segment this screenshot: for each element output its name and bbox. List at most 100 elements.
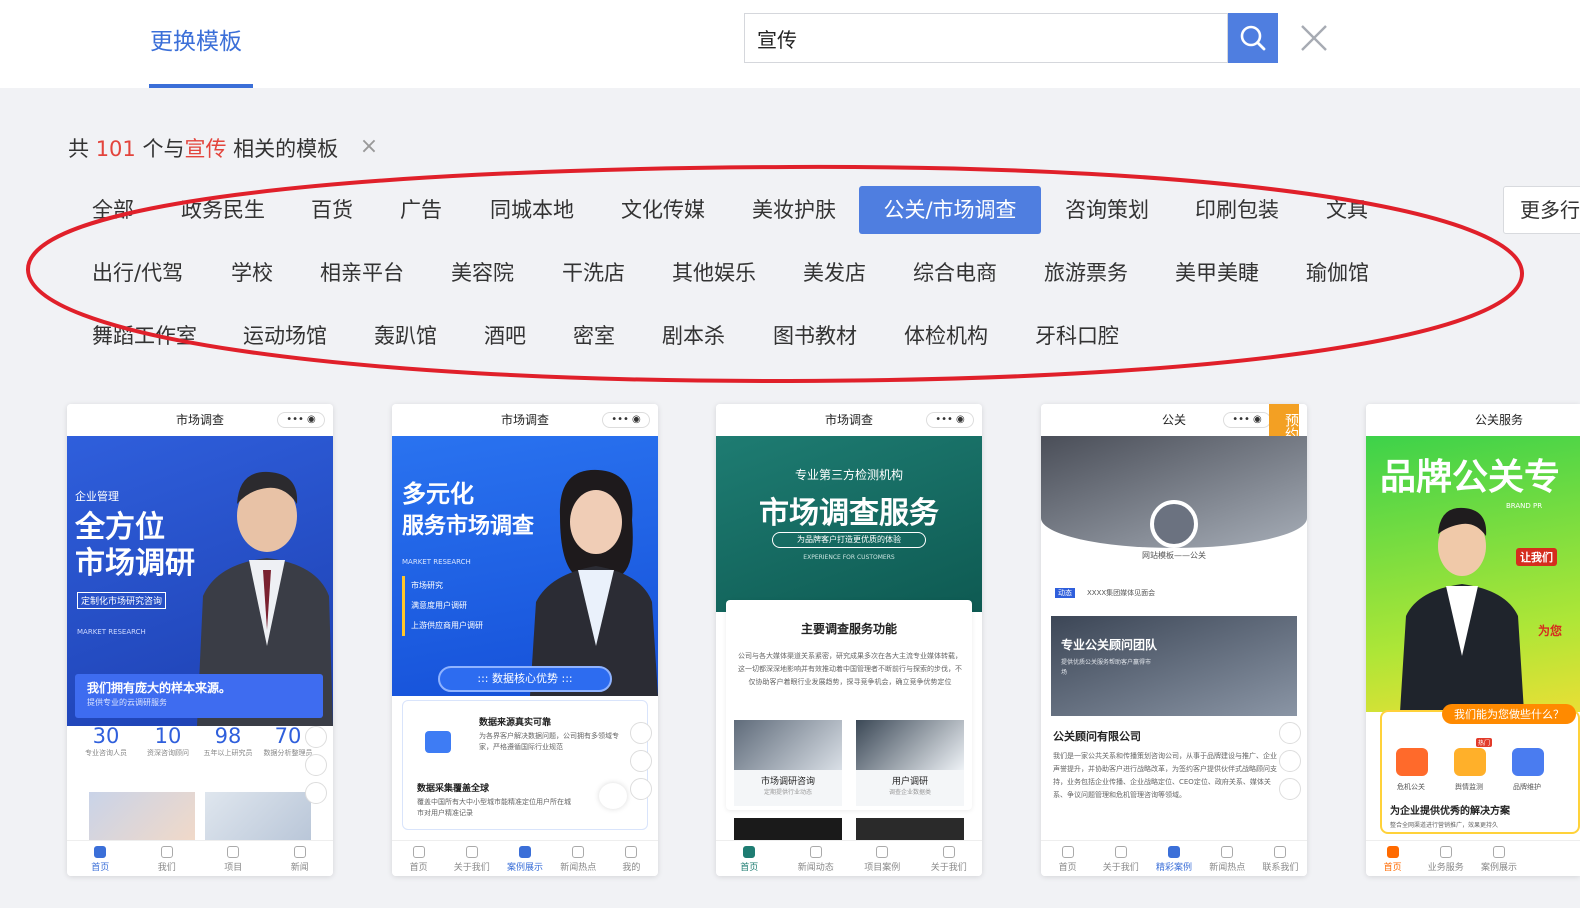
capsule-menu-icon: ••• ◉ [926, 412, 974, 428]
category-chip[interactable]: 干洗店 [562, 249, 625, 297]
service-label: 舆情监测 [1455, 783, 1483, 791]
template-card[interactable]: 市场调查 ••• ◉ 多元化 服务市场调查 MARKET RESEARCH 市场… [392, 404, 658, 876]
service-label: 品牌维护 [1513, 783, 1541, 791]
clear-search-button[interactable]: × [358, 134, 380, 160]
category-chip[interactable]: 酒吧 [484, 312, 526, 360]
template-card[interactable]: 公关 ••• ◉ 预约 网站模板——公关 动态 XXXX集团媒体见面会 专业公关… [1041, 404, 1307, 876]
category-chip[interactable]: 政务民生 [181, 186, 265, 234]
category-chip[interactable]: 同城本地 [490, 186, 574, 234]
solution-title: 为企业提供优秀的解决方案 [1390, 806, 1510, 817]
stat-item: 10 资深咨询顾问 [143, 724, 193, 758]
card-tool-rail [1279, 722, 1301, 800]
news-icon [293, 846, 306, 858]
hero-subtitle: 定制化市场研究咨询 [77, 592, 167, 609]
content-panel: 主要调查服务功能 公司与各大媒体渠道关系紧密，研究成果多次在各大主流专业媒体转载… [726, 600, 972, 810]
hero-tag: 企业管理 [75, 490, 119, 503]
category-chip-active[interactable]: 公关/市场调查 [859, 186, 1041, 234]
search-box[interactable] [744, 13, 1228, 63]
hero-headline-1: 全方位 [75, 510, 165, 545]
home-icon [1386, 846, 1399, 858]
template-card[interactable]: 市场调查 ••• ◉ 专业第三方检测机构 市场调查服务 为品牌客户打造更优质的体… [716, 404, 982, 876]
stat-number: 98 [214, 724, 242, 748]
category-chip[interactable]: 轰趴馆 [374, 312, 437, 360]
nav-label: 首页 [91, 863, 110, 873]
category-chip[interactable]: 美发店 [803, 249, 866, 297]
card-hero: 专业第三方检测机构 市场调查服务 为品牌客户打造更优质的体验 EXPERIENC… [716, 436, 982, 612]
share-icon[interactable] [305, 726, 327, 748]
category-chip[interactable]: 印刷包装 [1195, 186, 1279, 234]
nav-label: 联系我们 [1262, 863, 1299, 873]
category-chip[interactable]: 体检机构 [904, 312, 988, 360]
category-chip[interactable]: 全部 [92, 186, 134, 234]
category-chip[interactable]: 美妆护肤 [752, 186, 836, 234]
card-tool-rail [305, 726, 327, 804]
stat-item: 30 专业咨询人员 [81, 724, 131, 758]
category-chip[interactable]: 出行/代驾 [92, 249, 183, 297]
result-count: 101 [95, 137, 136, 161]
photo-thumbnail [205, 792, 311, 842]
search-button[interactable] [1228, 13, 1278, 63]
grid-icon [519, 846, 531, 858]
category-chip[interactable]: 文化传媒 [621, 186, 705, 234]
search-input[interactable] [757, 14, 1217, 62]
category-chip[interactable]: 运动场馆 [243, 312, 327, 360]
building-icon [599, 783, 627, 809]
banner-text: 我们拥有庞大的样本来源。 [87, 681, 232, 695]
link-icon[interactable] [630, 778, 652, 800]
phone-icon[interactable] [630, 750, 652, 772]
bullet-item: 满意度用户调研 [402, 596, 483, 616]
contact-icon [1274, 846, 1287, 858]
category-chip[interactable]: 密室 [573, 312, 615, 360]
template-card[interactable]: 公关服务 品牌公关专 BRAND PR 让我们 为您 我们能为您做些什么？ 热门… [1366, 404, 1580, 876]
nav-item: 精彩案例 [1147, 841, 1200, 876]
hero-pill: 为品牌客户打造更优质的体验 [772, 532, 926, 548]
category-chip[interactable]: 图书教材 [773, 312, 857, 360]
category-chip[interactable]: 美容院 [451, 249, 514, 297]
top-header: 更换模板 [0, 0, 1580, 88]
phone-icon[interactable] [1279, 750, 1301, 772]
category-chip[interactable]: 百货 [311, 186, 353, 234]
category-chip[interactable]: 相亲平台 [320, 249, 404, 297]
section-title: 主要调查服务功能 [800, 622, 897, 636]
category-chip[interactable]: 瑜伽馆 [1306, 249, 1369, 297]
card-hero: 品牌公关专 BRAND PR 让我们 为您 [1366, 436, 1580, 712]
category-chip[interactable]: 剧本杀 [662, 312, 725, 360]
notice-text: XXXX集团媒体见面会 [1087, 589, 1156, 597]
team-title: 专业公关顾问团队 [1061, 638, 1158, 652]
monitor-icon [1454, 748, 1486, 776]
nav-item: 项目案例 [849, 841, 916, 876]
nav-label: 项目案例 [864, 863, 901, 873]
tile-image [734, 720, 842, 770]
category-chip[interactable]: 学校 [231, 249, 273, 297]
tab-change-template[interactable]: 更换模板 [150, 22, 242, 56]
close-button[interactable] [1296, 20, 1332, 56]
hero-bullet-list: 市场研究 满意度用户调研 上游供应商用户调研 [402, 576, 483, 636]
more-categories-button[interactable]: 更多行 [1503, 186, 1580, 234]
user-icon [625, 846, 638, 858]
category-chip[interactable]: 其他娱乐 [672, 249, 756, 297]
category-chip[interactable]: 旅游票务 [1044, 249, 1128, 297]
nav-label: 我的 [622, 863, 641, 873]
category-chip[interactable]: 咨询策划 [1065, 186, 1149, 234]
brand-icon [1512, 748, 1544, 776]
businessman-image [1400, 507, 1524, 712]
category-chip[interactable]: 综合电商 [913, 249, 997, 297]
phone-icon[interactable] [305, 754, 327, 776]
link-icon[interactable] [1279, 778, 1301, 800]
photo-thumbnail [89, 792, 195, 842]
category-chip[interactable]: 广告 [400, 186, 442, 234]
stat-label: 专业咨询人员 [85, 749, 127, 757]
category-chip[interactable]: 文具 [1326, 186, 1368, 234]
nav-item: 案例展示 [498, 841, 551, 876]
nav-item: 我们 [134, 841, 201, 876]
category-chip[interactable]: 美甲美睫 [1175, 249, 1259, 297]
link-icon[interactable] [305, 782, 327, 804]
template-card[interactable]: 市场调查 ••• ◉ 企业管理 全方位 市场调研 定制化市场研究咨询 MARKE… [67, 404, 333, 876]
share-icon[interactable] [1279, 722, 1301, 744]
category-chip[interactable]: 舞蹈工作室 [92, 312, 197, 360]
team-banner: 专业公关顾问团队 提供优质公关服务帮助客户赢得市场 [1051, 616, 1297, 716]
share-icon[interactable] [630, 722, 652, 744]
nav-label: 首页 [409, 863, 428, 873]
card-bottom-nav: 首页 新闻动态 项目案例 关于我们 [716, 840, 982, 876]
category-chip[interactable]: 牙科口腔 [1035, 312, 1119, 360]
